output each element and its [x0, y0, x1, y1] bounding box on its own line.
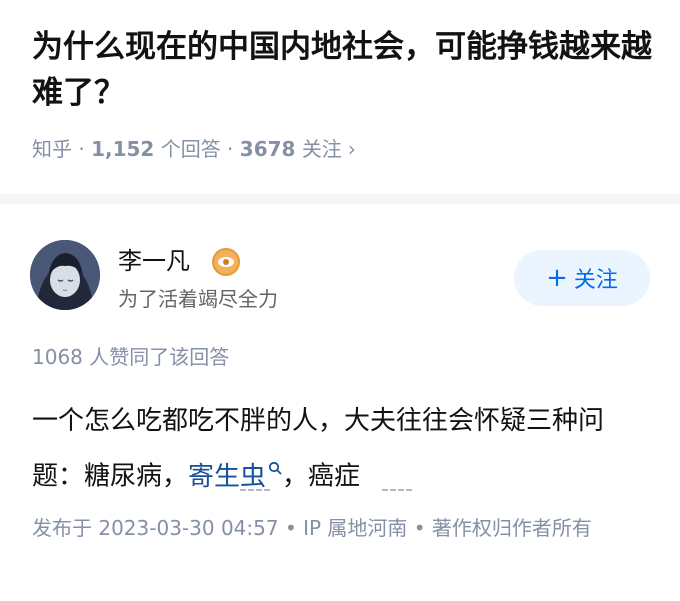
- author-avatar[interactable]: [30, 240, 100, 310]
- avatar-image: [30, 240, 100, 310]
- answer-text-end: ，癌症: [282, 461, 361, 492]
- answer-count: 1,152: [91, 137, 155, 161]
- answer-count-unit: 个回答: [160, 137, 221, 161]
- answer-content[interactable]: 一个怎么吃都吃不胖的人，大夫往往会怀疑三种问题：糖尿病，寄生虫 ，癌症: [32, 398, 652, 500]
- dashed-underline: [382, 489, 412, 491]
- chevron-right-icon: ›: [347, 137, 356, 161]
- author-name[interactable]: 李一凡: [118, 245, 190, 277]
- follow-count-unit: 关注: [301, 137, 342, 161]
- question-meta[interactable]: 知乎 · 1,152 个回答 · 3678 关注 ›: [32, 134, 356, 164]
- keyword-text: 寄生虫: [188, 461, 267, 492]
- follow-button-label: 关注: [573, 268, 618, 293]
- question-title[interactable]: 为什么现在的中国内地社会，可能挣钱越来越难了？: [32, 24, 652, 116]
- source-label: 知乎: [32, 137, 72, 161]
- section-divider: [0, 194, 680, 204]
- eye-badge-icon: [212, 248, 240, 276]
- keyword-search-link[interactable]: 寄生虫: [188, 462, 282, 492]
- follow-count: 3678: [239, 137, 296, 161]
- plus-icon: +: [546, 263, 568, 293]
- likes-count: 1068 人赞同了该回答: [32, 345, 230, 369]
- search-icon: [268, 444, 282, 490]
- dashed-underline: [240, 489, 270, 491]
- follow-button[interactable]: + 关注: [514, 250, 650, 306]
- publish-info: 发布于 2023-03-30 04:57 • IP 属地河南 • 著作权归作者所…: [32, 516, 592, 540]
- author-bio: 为了活着竭尽全力: [118, 287, 278, 311]
